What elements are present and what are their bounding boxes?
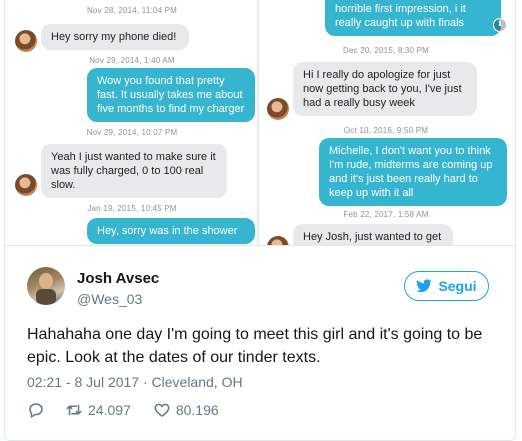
follow-button[interactable]: Segui bbox=[404, 271, 489, 301]
retweet-button[interactable]: 24.097 bbox=[65, 401, 131, 419]
tweet-text: Hahahaha one day I'm going to meet this … bbox=[27, 326, 483, 366]
message-outgoing: Wow you found that pretty fast. It usual… bbox=[87, 68, 255, 122]
timestamp: Oct 10, 2016, 9:50 PM bbox=[343, 126, 429, 135]
tweet-actions: 24.097 80.196 bbox=[27, 400, 219, 420]
message-incoming: Hey sorry my phone died! bbox=[41, 24, 189, 50]
timestamp: Nov 28, 2014, 11:04 PM bbox=[86, 6, 178, 15]
chat-panel-left: Nov 28, 2014, 11:04 PM Hey sorry my phon… bbox=[9, 0, 255, 245]
timestamp: Dec 20, 2015, 8:30 PM bbox=[342, 46, 430, 55]
avatar bbox=[15, 174, 37, 196]
chat-screenshots: Nov 28, 2014, 11:04 PM Hey sorry my phon… bbox=[5, 0, 515, 246]
retweet-count: 24.097 bbox=[88, 402, 131, 418]
panel-divider bbox=[257, 0, 259, 245]
message-incoming: Yeah I just wanted to make sure it was f… bbox=[41, 144, 227, 198]
message-outgoing: Michelle, I don't want you to think I'm … bbox=[319, 138, 507, 206]
avatar bbox=[15, 30, 37, 52]
user-name[interactable]: Josh Avsec bbox=[77, 270, 159, 287]
like-button[interactable]: 80.196 bbox=[153, 401, 219, 419]
timestamp: Jan 19, 2015, 10:45 PM bbox=[87, 204, 177, 213]
message-incoming: Hi I really do apologize for just now ge… bbox=[293, 62, 477, 116]
tweet: Josh Avsec @Wes_03 Segui Hahahaha one da… bbox=[5, 247, 515, 440]
heart-icon bbox=[154, 403, 170, 417]
timestamp: Nov 29, 2014, 1:40 AM bbox=[89, 56, 175, 65]
follow-label: Segui bbox=[438, 278, 477, 294]
message-outgoing: Hey, sorry was in the shower bbox=[87, 218, 255, 244]
retweet-icon bbox=[66, 404, 82, 416]
message-outgoing: horrible first impression, i it really c… bbox=[325, 0, 501, 36]
bird-icon bbox=[416, 279, 433, 293]
avatar bbox=[267, 236, 289, 245]
message-incoming: Hey Josh, just wanted to get back to you… bbox=[293, 224, 453, 245]
user-handle[interactable]: @Wes_03 bbox=[77, 291, 142, 307]
avatar[interactable] bbox=[27, 267, 65, 305]
tweet-timestamp[interactable]: 02:21 - 8 Jul 2017 · Cleveland, OH bbox=[27, 374, 243, 390]
timestamp: Feb 22, 2017, 1:58 AM bbox=[343, 210, 429, 219]
chat-panel-right: horrible first impression, i it really c… bbox=[261, 0, 511, 245]
timestamp: Nov 29, 2014, 10:07 PM bbox=[86, 128, 178, 137]
like-count: 80.196 bbox=[175, 402, 219, 418]
avatar bbox=[267, 98, 289, 120]
reply-icon bbox=[29, 403, 43, 419]
reply-button[interactable] bbox=[27, 401, 45, 419]
info-icon[interactable]: i bbox=[493, 18, 507, 32]
tweet-card: Nov 28, 2014, 11:04 PM Hey sorry my phon… bbox=[4, 0, 516, 441]
